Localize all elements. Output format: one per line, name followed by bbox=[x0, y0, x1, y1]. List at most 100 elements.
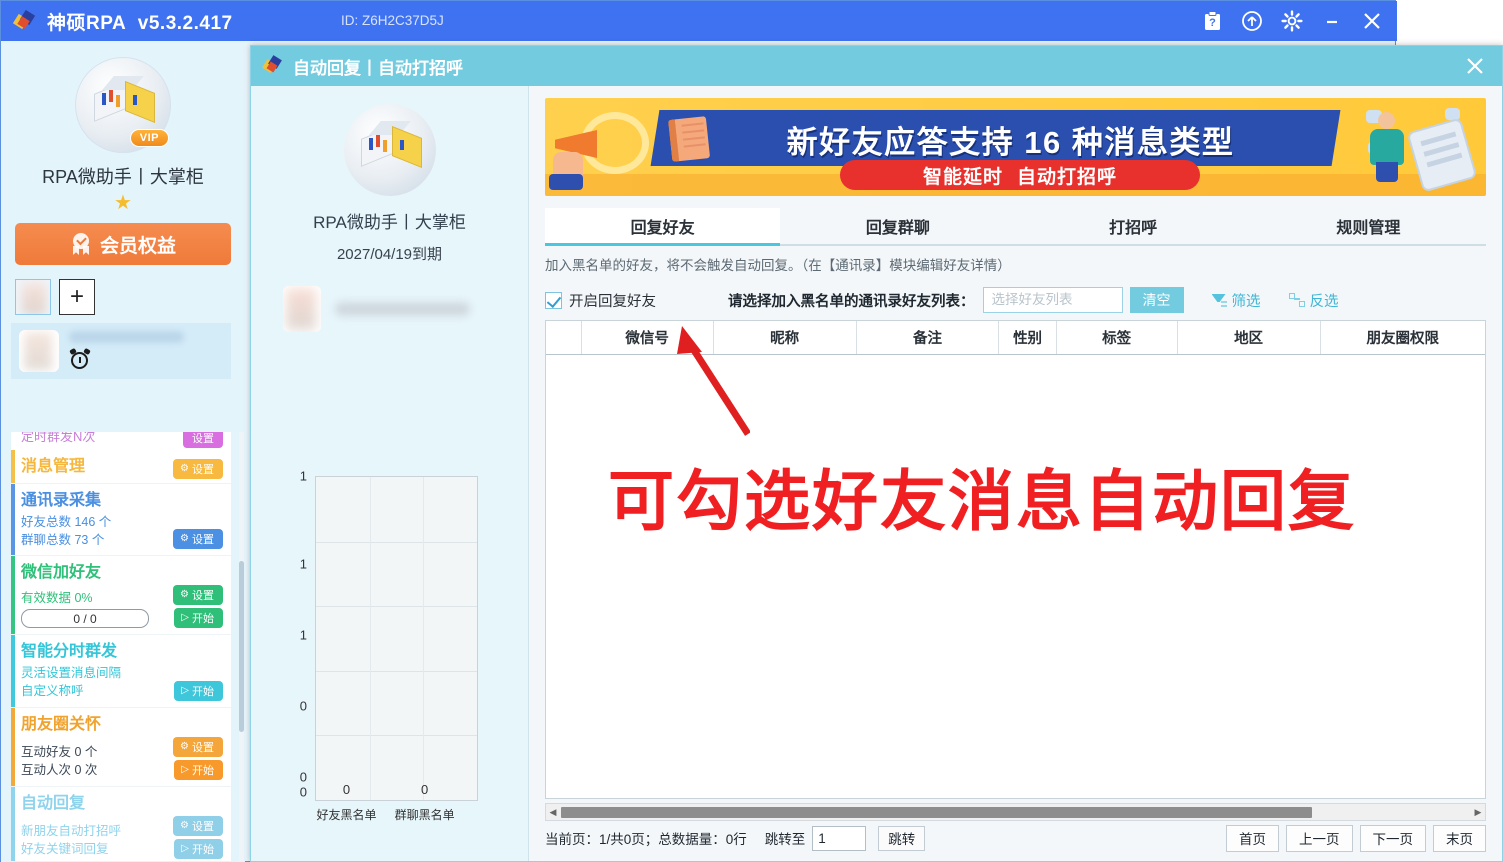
module-stat-interact-friends: 互动好友 0 个 bbox=[21, 745, 98, 760]
last-page-button[interactable]: 末页 bbox=[1433, 824, 1486, 852]
module-start-label: 开始 bbox=[192, 764, 214, 777]
tab-reply-groups[interactable]: 回复群聊 bbox=[780, 208, 1015, 244]
scroll-thumb[interactable] bbox=[561, 806, 1313, 818]
th-gender[interactable]: 性别 bbox=[998, 321, 1057, 355]
th-remark[interactable]: 备注 bbox=[856, 321, 1000, 355]
module-settings-button[interactable]: ⚙ 设置 bbox=[173, 459, 223, 479]
module-start-label: 开始 bbox=[192, 685, 214, 698]
module-settings-label: 设置 bbox=[192, 590, 214, 603]
scroll-right-arrow-icon[interactable]: ▶ bbox=[1471, 807, 1485, 818]
checkbox-label: 开启回复好友 bbox=[569, 293, 656, 310]
module-start-button[interactable]: ▷ 开始 bbox=[174, 759, 223, 780]
module-settings-button[interactable]: ⚙ 设置 bbox=[173, 529, 223, 550]
module-start-label: 开始 bbox=[192, 613, 214, 626]
play-icon: ▷ bbox=[181, 763, 189, 775]
tab-greeting[interactable]: 打招呼 bbox=[1016, 208, 1251, 244]
dialog-account-name-redacted bbox=[335, 302, 470, 316]
vip-badge: VIP bbox=[129, 129, 169, 147]
megaphone-icon bbox=[549, 108, 663, 190]
dialog-left-panel: RPA微助手丨大掌柜 2027/04/19到期 1 1 1 0 0 0 0 0 … bbox=[251, 86, 529, 861]
module-start-button[interactable]: ▷ 开始 bbox=[174, 680, 223, 701]
chart-ytick-4: 1 bbox=[299, 556, 307, 572]
chart-ytick-1: 0 bbox=[299, 769, 307, 785]
banner-main-text: 新好友应答支持 16 种消息类型 bbox=[786, 124, 1235, 160]
th-moments-permission[interactable]: 朋友圈权限 bbox=[1320, 321, 1485, 355]
member-benefits-label: 会员权益 bbox=[99, 235, 176, 257]
account-avatar bbox=[19, 330, 59, 372]
upload-icon[interactable] bbox=[1235, 4, 1269, 38]
chart-ytick-5: 1 bbox=[299, 468, 307, 484]
module-timed-mass-send[interactable]: 智能分时群发 灵活设置消息间隔 自定义称呼 ▷ 开始 bbox=[11, 635, 231, 708]
tab-reply-friends[interactable]: 回复好友 bbox=[545, 208, 781, 246]
module-settings-label: 设置 bbox=[192, 741, 214, 754]
module-settings-button[interactable]: ⚙ 设置 bbox=[173, 585, 223, 606]
invert-selection-button[interactable]: 反选 bbox=[1288, 290, 1339, 311]
play-icon: ▷ bbox=[181, 684, 189, 696]
promo-banner[interactable]: 新好友应答支持 16 种消息类型 智能延时 自动打招呼 bbox=[545, 98, 1486, 196]
dialog-close-icon[interactable] bbox=[1462, 53, 1488, 79]
next-page-button[interactable]: 下一页 bbox=[1359, 824, 1426, 852]
gear-icon[interactable] bbox=[1275, 4, 1309, 38]
filter-button[interactable]: 筛选 bbox=[1211, 290, 1261, 311]
dialog-account-avatar bbox=[283, 286, 321, 332]
help-icon[interactable]: ? bbox=[1195, 4, 1229, 38]
clear-button[interactable]: 清空 bbox=[1129, 287, 1184, 313]
module-start-label: 开始 bbox=[192, 843, 214, 856]
scroll-left-arrow-icon[interactable]: ◀ bbox=[546, 807, 560, 818]
module-message-management[interactable]: 消息管理 ⚙ 设置 bbox=[11, 450, 231, 484]
gear-icon: ⚙ bbox=[180, 533, 189, 545]
jump-page-input[interactable]: 1 bbox=[812, 825, 867, 851]
gear-icon: ⚙ bbox=[180, 740, 189, 752]
th-select[interactable] bbox=[546, 321, 582, 355]
th-tag[interactable]: 标签 bbox=[1056, 321, 1178, 355]
enable-reply-friends-checkbox[interactable]: 开启回复好友 bbox=[545, 290, 656, 311]
account-card[interactable] bbox=[11, 323, 231, 379]
module-title: 消息管理 bbox=[21, 458, 86, 475]
clock-icon bbox=[69, 347, 91, 371]
book-icon bbox=[667, 116, 711, 162]
close-icon[interactable] bbox=[1355, 4, 1389, 38]
pagination-buttons: 首页 上一页 下一页 末页 bbox=[1226, 824, 1486, 852]
module-moments-care[interactable]: 朋友圈关怀 互动好友 0 个 互动人次 0 次 ⚙ 设置 ▷ 开始 bbox=[11, 707, 231, 787]
jump-to-label: 跳转至 bbox=[764, 832, 806, 847]
jump-go-button[interactable]: 跳转 bbox=[878, 825, 926, 851]
app-root: 神硕RPA v5.3.2.417 ID: Z6H2C37D5J ? VIP RP… bbox=[0, 0, 1503, 862]
tab-label: 回复好友 bbox=[630, 220, 695, 237]
window-controls: ? bbox=[1195, 1, 1389, 41]
prev-page-button[interactable]: 上一页 bbox=[1286, 824, 1353, 852]
account-thumbnail[interactable] bbox=[15, 279, 51, 315]
module-desc-greet: 新朋友自动打招呼 bbox=[21, 824, 122, 839]
th-region[interactable]: 地区 bbox=[1177, 321, 1321, 355]
module-start-button[interactable]: ▷ 开始 bbox=[174, 608, 223, 629]
dialog-profile-name: RPA微助手丨大掌柜 bbox=[313, 213, 466, 232]
module-progress: 0 / 0 bbox=[21, 609, 149, 629]
module-title: 自动回复 bbox=[21, 794, 86, 812]
banner-sub-pill: 智能延时 自动打招呼 bbox=[840, 160, 1200, 190]
tab-label: 打招呼 bbox=[1109, 220, 1158, 237]
sidebar-scrollbar[interactable] bbox=[239, 432, 244, 861]
medal-icon bbox=[70, 233, 92, 255]
invert-label: 反选 bbox=[1309, 293, 1339, 310]
minimize-icon[interactable] bbox=[1315, 4, 1349, 38]
tab-rule-management[interactable]: 规则管理 bbox=[1251, 208, 1486, 244]
pagination-info: 当前页：1/共0页；总数据量：0行 bbox=[545, 832, 747, 847]
add-account-button[interactable]: + bbox=[59, 279, 95, 315]
chart-plot-area bbox=[315, 476, 478, 801]
member-benefits-button[interactable]: 会员权益 bbox=[15, 223, 231, 265]
first-page-button[interactable]: 首页 bbox=[1226, 824, 1279, 852]
module-start-button[interactable]: ▷ 开始 bbox=[174, 838, 223, 859]
filter-label: 筛选 bbox=[1231, 293, 1261, 310]
gear-icon: ⚙ bbox=[180, 589, 189, 601]
module-contacts-collection[interactable]: 通讯录采集 好友总数 146 个 群聊总数 73 个 ⚙ 设置 bbox=[11, 484, 231, 557]
module-settings-button[interactable]: ⚙ 设置 bbox=[173, 815, 223, 836]
chart-category-1: 群聊黑名单 bbox=[394, 808, 455, 822]
table-horizontal-scrollbar[interactable]: ◀ ▶ bbox=[545, 803, 1486, 821]
module-scrolled-button[interactable]: 设置 bbox=[183, 432, 223, 448]
module-settings-button[interactable]: ⚙ 设置 bbox=[173, 736, 223, 757]
module-desc-nickname: 自定义称呼 bbox=[21, 684, 84, 699]
select-friend-list-input[interactable]: 选择好友列表 bbox=[982, 287, 1123, 313]
module-auto-reply[interactable]: 自动回复 新朋友自动打招呼 好友关键词回复 ⚙ 设置 ▷ 开始 bbox=[11, 786, 231, 861]
chart-category-0: 好友黑名单 bbox=[316, 808, 377, 822]
dialog-account-row[interactable] bbox=[283, 286, 528, 332]
module-add-friends[interactable]: 微信加好友 有效数据 0% 0 / 0 ⚙ 设置 ▷ 开始 bbox=[11, 556, 231, 636]
